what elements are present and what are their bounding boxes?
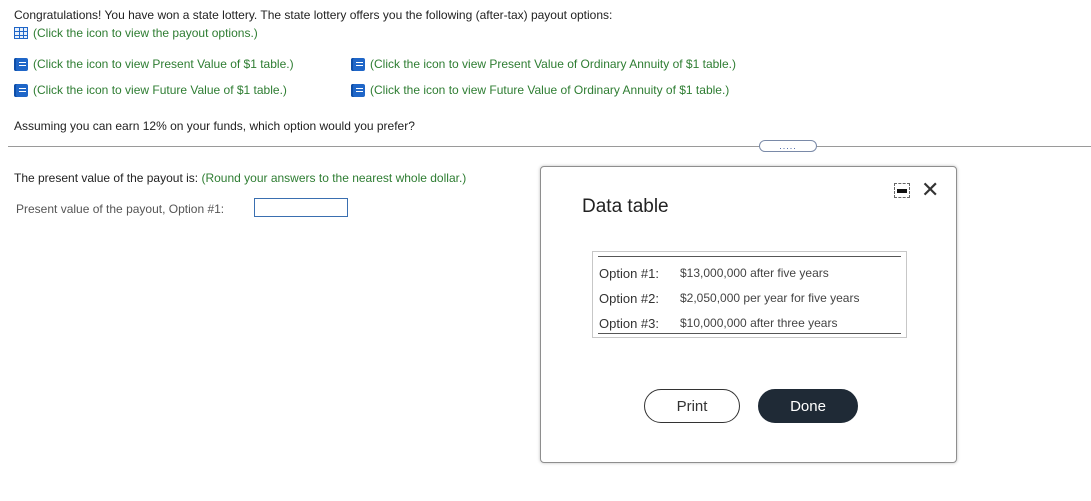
pv-table-link[interactable]: (Click the icon to view Present Value of… (14, 57, 294, 71)
payout-options-link-text[interactable]: (Click the icon to view the payout optio… (33, 26, 258, 40)
option-value: $13,000,000 after five years (680, 266, 829, 280)
minimize-button[interactable] (894, 183, 910, 198)
table-top-rule (598, 256, 901, 257)
expand-toggle[interactable]: ..... (759, 140, 817, 152)
book-icon[interactable] (14, 57, 28, 71)
close-icon[interactable]: ✕ (921, 178, 939, 202)
table-row: Option #3: $10,000,000 after three years (599, 316, 837, 331)
rounding-note: (Round your answers to the nearest whole… (201, 171, 467, 185)
pv-annuity-table-link[interactable]: (Click the icon to view Present Value of… (351, 57, 736, 71)
option1-pv-input[interactable] (254, 198, 348, 217)
answer-instruction-lead: The present value of the payout is: (14, 171, 199, 185)
option1-field-label: Present value of the payout, Option #1: (16, 202, 225, 216)
section-divider (8, 146, 1091, 147)
fv-table-link[interactable]: (Click the icon to view Future Value of … (14, 83, 287, 97)
option-label: Option #3: (599, 316, 659, 331)
payout-options-link[interactable]: (Click the icon to view the payout optio… (14, 26, 258, 40)
answer-instruction: The present value of the payout is: (Rou… (14, 171, 466, 185)
fv-table-link-text[interactable]: (Click the icon to view Future Value of … (33, 83, 287, 97)
pv-annuity-table-link-text[interactable]: (Click the icon to view Present Value of… (370, 57, 736, 71)
table-grid-icon[interactable] (14, 27, 28, 39)
book-icon[interactable] (351, 57, 365, 71)
option-label: Option #1: (599, 266, 659, 281)
book-icon[interactable] (14, 83, 28, 97)
table-row: Option #2: $2,050,000 per year for five … (599, 291, 859, 306)
dialog-title: Data table (582, 196, 669, 217)
data-table-dialog: Data table ✕ Option #1: $13,000,000 afte… (540, 166, 957, 463)
question-prompt: Assuming you can earn 12% on your funds,… (14, 119, 415, 133)
fv-annuity-table-link[interactable]: (Click the icon to view Future Value of … (351, 83, 729, 97)
question-intro: Congratulations! You have won a state lo… (14, 8, 613, 22)
option-value: $2,050,000 per year for five years (680, 291, 860, 305)
pv-table-link-text[interactable]: (Click the icon to view Present Value of… (33, 57, 294, 71)
minimize-icon (897, 188, 907, 193)
table-row: Option #1: $13,000,000 after five years (599, 266, 829, 281)
options-table: Option #1: $13,000,000 after five years … (592, 251, 907, 338)
book-icon[interactable] (351, 83, 365, 97)
option-label: Option #2: (599, 291, 659, 306)
fv-annuity-table-link-text[interactable]: (Click the icon to view Future Value of … (370, 83, 729, 97)
print-button[interactable]: Print (644, 389, 740, 423)
table-bottom-rule (598, 333, 901, 334)
option-value: $10,000,000 after three years (680, 316, 838, 330)
done-button[interactable]: Done (758, 389, 858, 423)
